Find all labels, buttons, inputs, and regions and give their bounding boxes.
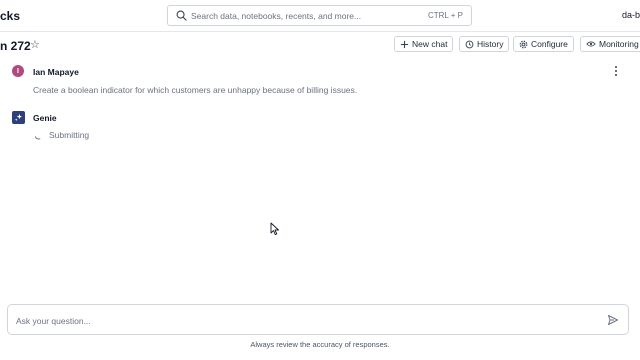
- history-button[interactable]: History: [459, 36, 510, 52]
- eye-icon: [586, 41, 596, 47]
- loading-spinner-icon: [34, 136, 41, 140]
- user-message-text: Create a boolean indicator for which cus…: [33, 85, 358, 95]
- monitoring-button[interactable]: Monitoring: [580, 36, 640, 52]
- brand-logo-text[interactable]: cks: [0, 9, 20, 23]
- user-name: Ian Mapaye: [33, 67, 79, 77]
- history-icon: [465, 40, 474, 48]
- search-icon: [176, 10, 187, 21]
- top-bar: cks Search data, notebooks, recents, and…: [0, 0, 640, 32]
- user-avatar: I: [12, 65, 24, 77]
- mouse-cursor-icon: [270, 222, 279, 236]
- workspace-switcher[interactable]: da-b: [622, 10, 640, 20]
- send-icon[interactable]: [607, 314, 619, 326]
- question-input[interactable]: Ask your question...: [7, 304, 629, 335]
- history-label: History: [477, 39, 504, 49]
- configure-button[interactable]: Configure: [513, 36, 574, 52]
- page-title: n 272: [0, 39, 31, 53]
- plus-icon: [400, 40, 409, 48]
- accuracy-disclaimer: Always review the accuracy of responses.: [250, 340, 390, 349]
- search-placeholder: Search data, notebooks, recents, and mor…: [191, 11, 362, 21]
- gear-icon: [519, 40, 528, 48]
- configure-label: Configure: [531, 39, 568, 49]
- assistant-status: Submitting: [49, 130, 90, 140]
- question-placeholder: Ask your question...: [16, 316, 91, 326]
- more-options-icon[interactable]: [612, 64, 620, 78]
- new-chat-label: New chat: [412, 39, 448, 49]
- global-search[interactable]: Search data, notebooks, recents, and mor…: [167, 5, 472, 26]
- search-shortcut: CTRL + P: [427, 11, 463, 20]
- assistant-name: Genie: [33, 113, 57, 123]
- monitoring-label: Monitoring: [599, 39, 639, 49]
- genie-sparkle-icon: [12, 111, 25, 124]
- new-chat-button[interactable]: New chat: [394, 36, 454, 52]
- star-icon[interactable]: ☆: [30, 38, 40, 51]
